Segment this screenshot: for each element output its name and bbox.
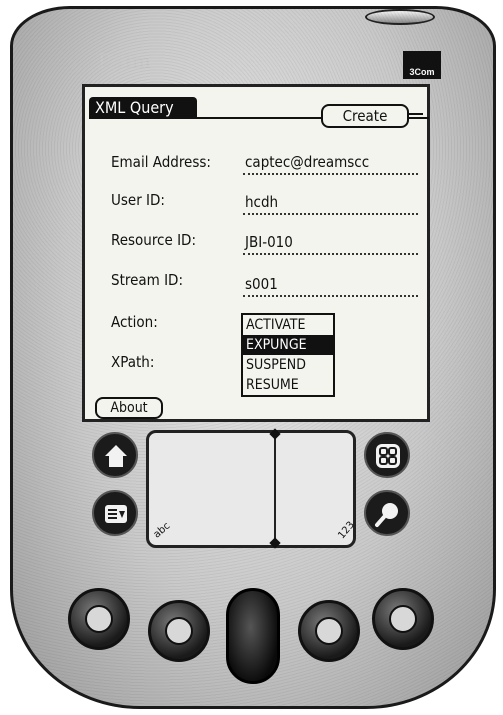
calculator-icon (376, 444, 400, 468)
maker-logo: 3Com (403, 51, 441, 79)
action-list[interactable]: ACTIVATE EXPUNGE SUSPEND RESUME (241, 313, 335, 397)
about-button[interactable]: About (95, 397, 163, 419)
create-connector (409, 113, 423, 115)
stream-id-label: Stream ID: (111, 271, 183, 289)
datebook-icon (85, 605, 113, 633)
graffiti-marker-bottom (269, 537, 281, 549)
app-title: XML Query (89, 97, 197, 119)
user-id-field[interactable]: hcdh (243, 193, 418, 215)
resource-id-label: Resource ID: (111, 231, 196, 249)
menu-button[interactable] (92, 490, 138, 536)
menu-icon (105, 505, 127, 523)
email-label: Email Address: (111, 153, 211, 171)
todo-icon (315, 617, 343, 645)
graffiti-numbers-label: 123 (336, 519, 357, 542)
scroll-button[interactable] (226, 588, 280, 684)
action-label: Action: (111, 313, 158, 331)
xpath-label: XPath: (111, 353, 155, 371)
todo-button[interactable] (298, 600, 360, 662)
resource-id-field[interactable]: JBI-010 (243, 233, 418, 255)
find-button[interactable] (364, 490, 410, 536)
graffiti-letters-label: abc (151, 520, 173, 541)
app-screen: XML Query Create Email Address: captec@d… (82, 84, 430, 422)
action-option-activate[interactable]: ACTIVATE (243, 315, 333, 335)
action-option-expunge[interactable]: EXPUNGE (243, 335, 333, 355)
graffiti-divider (274, 433, 276, 545)
action-option-resume[interactable]: RESUME (243, 375, 333, 395)
action-option-suspend[interactable]: SUSPEND (243, 355, 333, 375)
graffiti-marker-top (269, 428, 281, 440)
user-id-label: User ID: (111, 191, 165, 209)
address-button[interactable] (148, 600, 210, 662)
home-icon (105, 445, 127, 467)
home-button[interactable] (92, 432, 138, 478)
datebook-button[interactable] (68, 588, 130, 650)
brand-logo: Palm (98, 49, 152, 73)
email-field[interactable]: captec@dreamscc (243, 153, 418, 175)
phone-icon (165, 617, 193, 645)
memo-button[interactable] (372, 588, 434, 650)
memo-icon (389, 605, 417, 633)
find-icon (375, 503, 398, 527)
create-button[interactable]: Create (321, 104, 409, 128)
stylus-tip (365, 9, 435, 25)
calculator-button[interactable] (364, 432, 410, 478)
stream-id-field[interactable]: s001 (243, 275, 418, 297)
graffiti-area[interactable]: abc 123 (146, 428, 357, 549)
